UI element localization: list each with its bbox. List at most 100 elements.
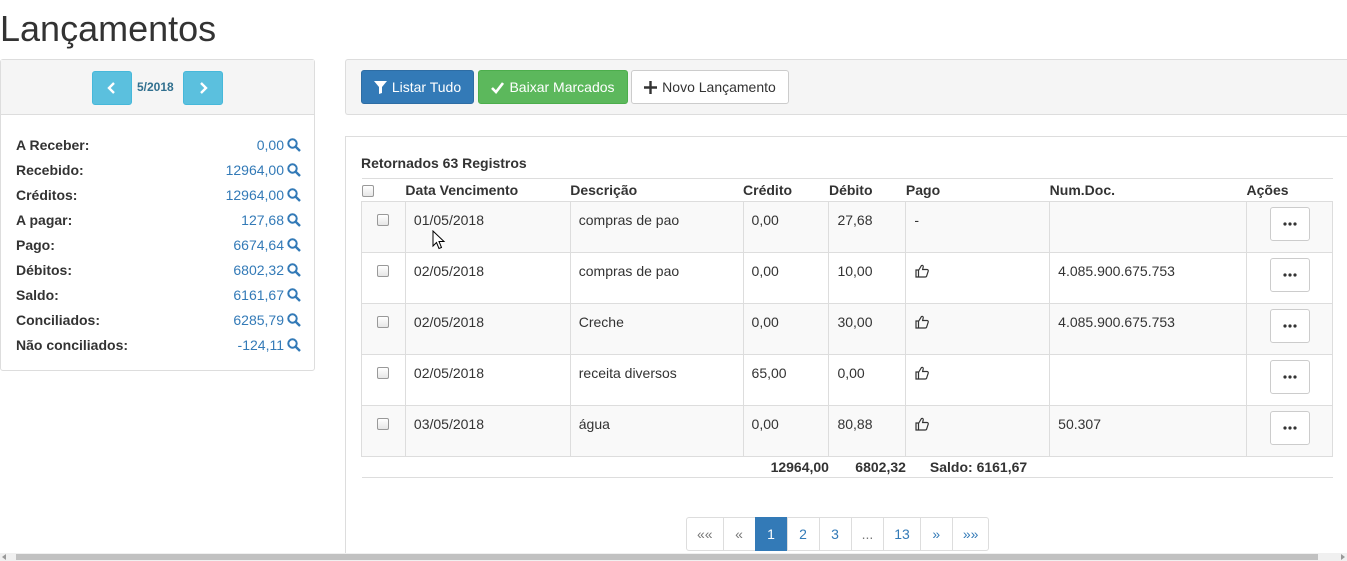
summary-value-link[interactable]: 12964,00 xyxy=(226,187,301,203)
scrollbar-thumb[interactable] xyxy=(16,554,1318,560)
cell-due-date: 02/05/2018 xyxy=(404,354,571,406)
plus-icon xyxy=(644,80,658,94)
cell-due-date: 02/05/2018 xyxy=(404,303,571,355)
summary-value[interactable]: 127,68 xyxy=(241,212,284,228)
summary-value[interactable]: -124,11 xyxy=(238,337,284,353)
new-entry-label: Novo Lançamento xyxy=(662,79,776,95)
cell-actions xyxy=(1246,303,1333,355)
search-icon[interactable] xyxy=(287,212,301,227)
thumbs-up-icon xyxy=(915,315,930,329)
row-checkbox[interactable] xyxy=(377,265,390,277)
settle-marked-label: Baixar Marcados xyxy=(509,79,615,95)
cell-description: receita diversos xyxy=(569,354,744,406)
summary-value-link[interactable]: 6802,32 xyxy=(233,262,301,278)
paid-indicator xyxy=(914,315,930,333)
summary-row: A Receber: 0,00 xyxy=(16,132,301,157)
summary-row: Pago: 6674,64 xyxy=(16,232,301,257)
paid-indicator: - xyxy=(914,212,920,228)
scroll-left-icon[interactable] xyxy=(2,554,6,560)
table-header-row: Data Vencimento Descrição Crédito Débito… xyxy=(361,178,1333,202)
cell-doc-number: 4.085.900.675.753 xyxy=(1049,252,1248,304)
summary-label: Saldo: xyxy=(16,286,59,303)
page-ellipsis[interactable]: ... xyxy=(850,517,885,551)
summary-value-link[interactable]: 0,00 xyxy=(257,137,301,153)
summary-value-link[interactable]: -124,11 xyxy=(238,337,301,353)
search-icon[interactable] xyxy=(287,337,301,352)
cell-paid xyxy=(905,354,1051,406)
summary-value-link[interactable]: 6161,67 xyxy=(233,287,301,303)
summary-value[interactable]: 12964,00 xyxy=(226,162,284,178)
summary-list: A Receber: 0,00 Recebido: 12964,00 Créditos:… xyxy=(16,132,301,357)
search-icon[interactable] xyxy=(287,162,301,177)
search-icon[interactable] xyxy=(287,237,301,252)
page-button[interactable]: 2 xyxy=(786,517,820,551)
page-button[interactable]: 1 xyxy=(754,517,788,551)
select-all-checkbox[interactable] xyxy=(361,185,374,198)
summary-row: Saldo: 6161,67 xyxy=(16,282,301,307)
summary-value[interactable]: 6285,79 xyxy=(233,312,284,328)
cell-due-date: 03/05/2018 xyxy=(404,405,571,457)
last-page-button[interactable]: »» xyxy=(951,517,990,551)
summary-value-link[interactable]: 6674,64 xyxy=(233,237,301,253)
next-page-button[interactable]: » xyxy=(919,517,953,551)
pagination: «« «1 2 3... 13»»» xyxy=(686,517,990,551)
ellipsis-icon xyxy=(1282,375,1297,379)
row-checkbox[interactable] xyxy=(377,316,390,328)
entries-panel: Retornados 63 Registros Data Vencimento … xyxy=(345,136,1347,556)
summary-value-link[interactable]: 12964,00 xyxy=(226,162,301,178)
header-description[interactable]: Descrição xyxy=(570,178,744,202)
page-button[interactable]: 13 xyxy=(883,517,921,551)
header-credit[interactable]: Crédito xyxy=(743,178,829,202)
page-button[interactable]: 3 xyxy=(818,517,852,551)
header-due-date[interactable]: Data Vencimento xyxy=(405,178,571,202)
search-icon[interactable] xyxy=(287,262,301,277)
prev-month-button[interactable] xyxy=(92,71,132,105)
row-actions-button[interactable] xyxy=(1269,411,1310,445)
row-select-cell xyxy=(361,405,406,457)
summary-value[interactable]: 0,00 xyxy=(257,137,284,153)
table-row: 01/05/2018 compras de pao 0,00 27,68- xyxy=(361,201,1333,253)
header-doc-number[interactable]: Num.Doc. xyxy=(1049,178,1247,202)
summary-value[interactable]: 6802,32 xyxy=(233,262,284,278)
prev-page-button[interactable]: « xyxy=(722,517,756,551)
cell-credit: 0,00 xyxy=(742,303,830,355)
next-month-button[interactable] xyxy=(183,71,223,105)
ellipsis-icon xyxy=(1282,273,1297,277)
row-checkbox[interactable] xyxy=(377,367,390,379)
header-debit[interactable]: Débito xyxy=(828,178,906,202)
row-checkbox[interactable] xyxy=(377,418,390,430)
search-icon[interactable] xyxy=(287,287,301,302)
search-icon[interactable] xyxy=(287,137,301,152)
summary-value[interactable]: 6674,64 xyxy=(233,237,284,253)
paid-indicator xyxy=(914,417,930,435)
row-checkbox[interactable] xyxy=(377,214,390,226)
summary-value-link[interactable]: 127,68 xyxy=(241,212,301,228)
scroll-right-icon[interactable] xyxy=(1341,554,1345,560)
search-icon[interactable] xyxy=(287,187,301,202)
toolbar: Listar Tudo Baixar Marcados Novo Lançame… xyxy=(345,59,1347,115)
search-icon[interactable] xyxy=(287,312,301,327)
summary-row: Não conciliados: -124,11 xyxy=(16,332,301,357)
paid-indicator xyxy=(914,366,930,384)
row-actions-button[interactable] xyxy=(1269,360,1310,394)
horizontal-scrollbar[interactable] xyxy=(0,553,1347,561)
row-select-cell xyxy=(361,201,406,253)
cell-actions xyxy=(1246,405,1333,457)
row-actions-button[interactable] xyxy=(1269,258,1310,292)
summary-value[interactable]: 12964,00 xyxy=(226,187,284,203)
new-entry-button[interactable]: Novo Lançamento xyxy=(631,70,789,104)
summary-row: Créditos: 12964,00 xyxy=(16,182,301,207)
cell-description: compras de pao xyxy=(569,201,744,253)
row-actions-button[interactable] xyxy=(1269,207,1310,241)
header-paid[interactable]: Pago xyxy=(905,178,1050,202)
settle-marked-button[interactable]: Baixar Marcados xyxy=(478,70,628,104)
summary-value[interactable]: 6161,67 xyxy=(233,287,284,303)
row-actions-button[interactable] xyxy=(1269,309,1310,343)
summary-value-link[interactable]: 6285,79 xyxy=(233,312,301,328)
thumbs-up-icon xyxy=(915,366,930,380)
first-page-button[interactable]: «« xyxy=(686,517,724,551)
summary-label: Não conciliados: xyxy=(16,336,129,353)
list-all-button[interactable]: Listar Tudo xyxy=(361,70,474,104)
ellipsis-icon xyxy=(1282,324,1297,328)
total-balance: Saldo: 6161,67 xyxy=(905,456,1247,478)
